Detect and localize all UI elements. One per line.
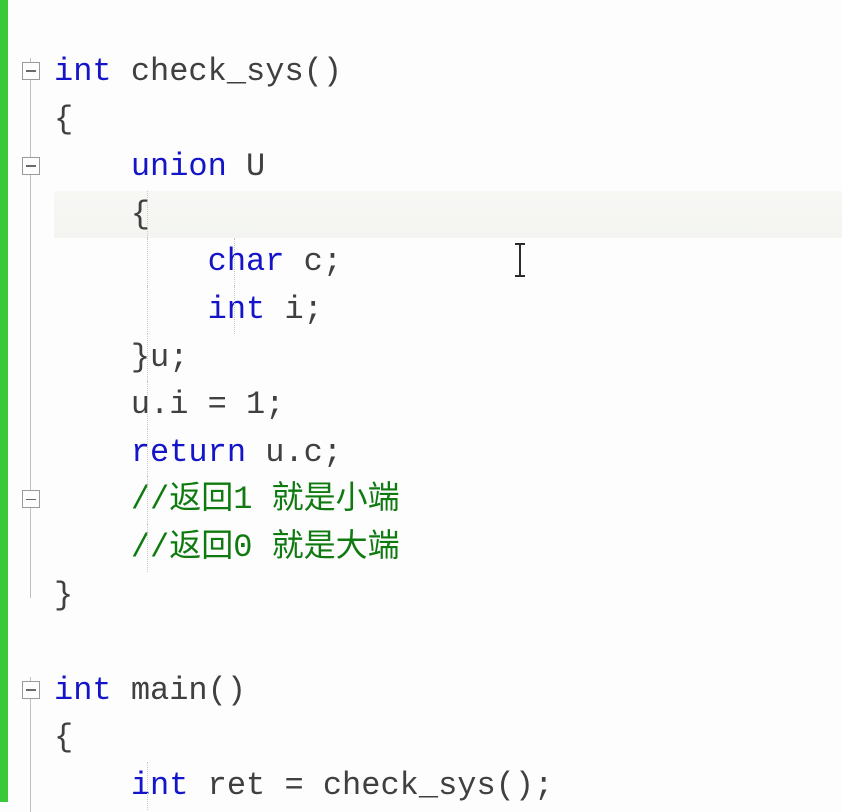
code-text: return u.c; xyxy=(54,429,342,477)
code-text: u.i = 1; xyxy=(54,381,284,429)
code-text: //返回1 就是小端 xyxy=(54,476,400,524)
code-text: { xyxy=(54,714,73,762)
code-line[interactable]: int main() xyxy=(54,667,842,715)
code-line[interactable]: u.i = 1; xyxy=(54,381,842,429)
code-line[interactable]: { xyxy=(54,96,842,144)
code-line[interactable]: int ret = check_sys(); xyxy=(54,762,842,810)
code-editor[interactable]: int check_sys(){ union U { char c; int i… xyxy=(0,0,842,802)
text-cursor xyxy=(519,243,521,277)
code-text: char c; xyxy=(54,238,342,286)
change-indicator-bar xyxy=(0,0,8,802)
code-line[interactable]: return u.c; xyxy=(54,429,842,477)
fold-toggle[interactable] xyxy=(22,490,40,508)
code-text: union U xyxy=(54,143,265,191)
code-line[interactable] xyxy=(54,619,842,667)
code-text: } xyxy=(54,572,73,620)
fold-toggle[interactable] xyxy=(22,157,40,175)
code-text: //返回0 就是大端 xyxy=(54,524,400,572)
code-text: }u; xyxy=(54,334,188,382)
fold-gutter[interactable] xyxy=(8,0,54,802)
code-text: int main() xyxy=(54,667,246,715)
code-line[interactable]: char c; xyxy=(54,238,842,286)
fold-toggle[interactable] xyxy=(22,62,40,80)
code-line[interactable]: int i; xyxy=(54,286,842,334)
code-text: { xyxy=(54,191,150,239)
code-line[interactable]: } xyxy=(54,572,842,620)
fold-toggle[interactable] xyxy=(22,681,40,699)
code-area[interactable]: int check_sys(){ union U { char c; int i… xyxy=(54,0,842,802)
code-line[interactable]: { xyxy=(54,714,842,762)
code-line[interactable]: { xyxy=(54,191,842,239)
code-line[interactable]: union U xyxy=(54,143,842,191)
code-line[interactable]: //返回0 就是大端 xyxy=(54,524,842,572)
code-text: int ret = check_sys(); xyxy=(54,762,553,810)
code-line[interactable]: }u; xyxy=(54,334,842,382)
code-text: { xyxy=(54,96,73,144)
code-line[interactable]: //返回1 就是小端 xyxy=(54,476,842,524)
code-text: int i; xyxy=(54,286,323,334)
code-line[interactable]: int check_sys() xyxy=(54,48,842,96)
code-text: int check_sys() xyxy=(54,48,342,96)
